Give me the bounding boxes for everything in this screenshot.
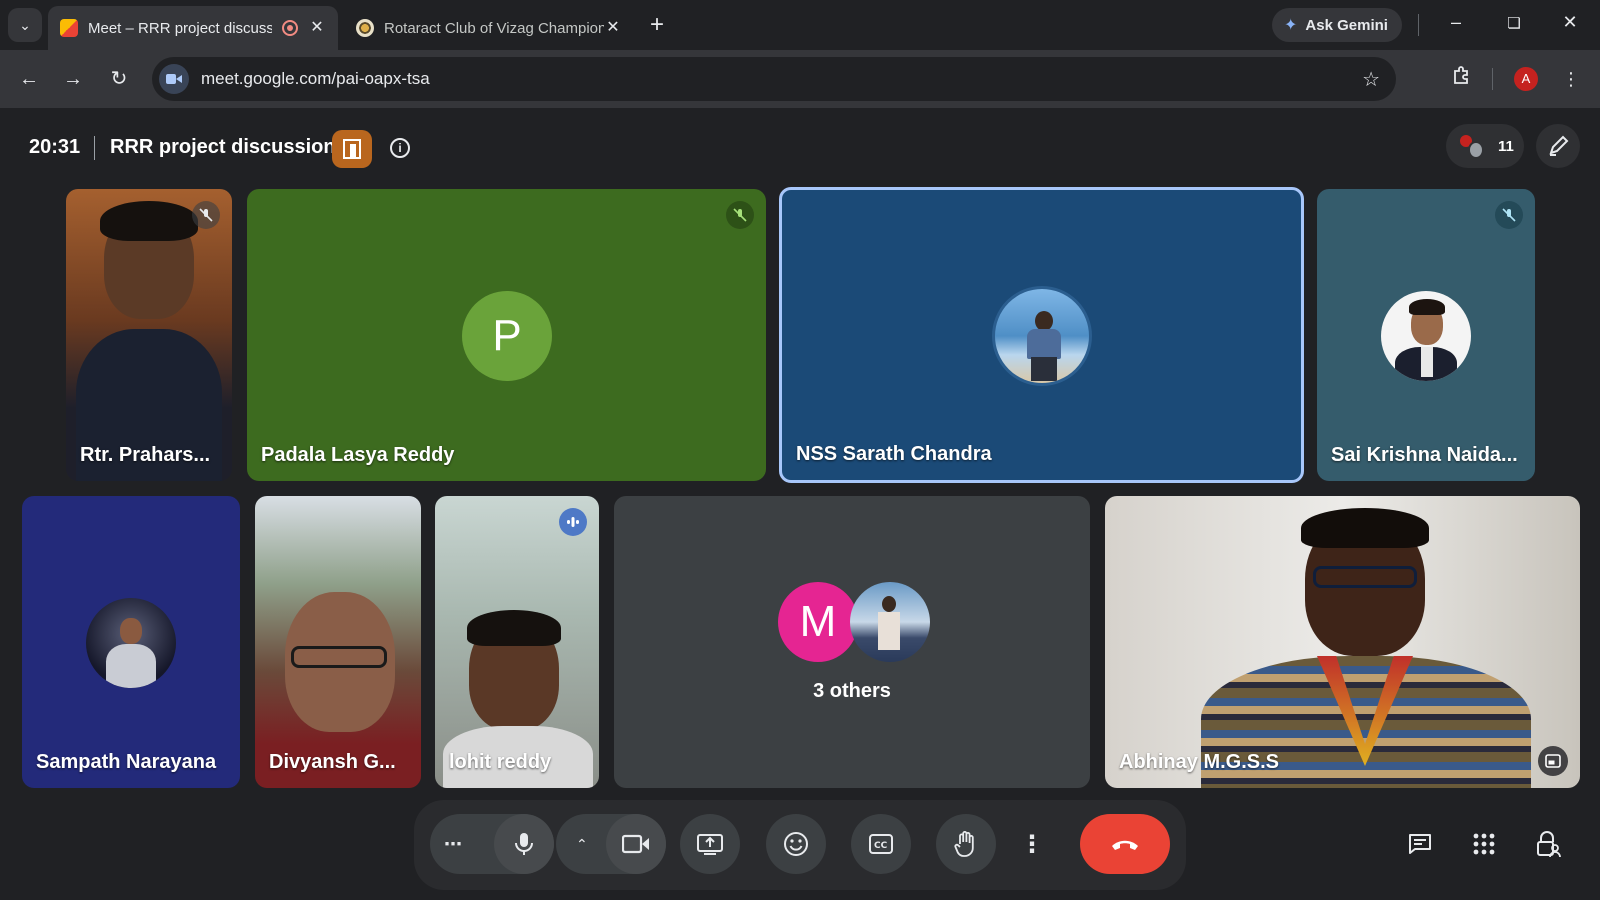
close-window-icon[interactable]: ✕ — [1558, 12, 1582, 33]
tab-meet[interactable]: Meet – RRR project discussion ✕ — [48, 6, 338, 50]
host-controls-pen-icon[interactable] — [1536, 124, 1580, 168]
leave-call-button[interactable] — [1080, 814, 1170, 874]
present-screen-button[interactable] — [680, 814, 740, 874]
chat-icon — [1409, 834, 1431, 854]
others-tile[interactable]: M 3 others — [614, 496, 1090, 788]
avatar: M — [778, 582, 858, 662]
avatar — [850, 582, 930, 662]
browser-toolbar: ← → ↻ meet.google.com/pai-oapx-tsa ☆ A ⋮ — [0, 50, 1600, 108]
mic-off-icon — [1495, 201, 1523, 229]
url-text: meet.google.com/pai-oapx-tsa — [201, 69, 430, 88]
address-bar[interactable]: meet.google.com/pai-oapx-tsa ☆ — [152, 57, 1396, 101]
microphone-button[interactable] — [494, 814, 554, 874]
activities-button[interactable] — [1466, 826, 1502, 862]
pip-icon[interactable] — [1538, 746, 1568, 776]
participant-name: Abhinay M.G.S.S — [1119, 751, 1280, 773]
avatar: P — [462, 291, 552, 381]
others-count-label: 3 others — [813, 680, 891, 702]
participants-icon — [1458, 133, 1484, 159]
ask-gemini-button[interactable]: ✦ Ask Gemini — [1272, 8, 1402, 42]
mic-off-icon — [726, 201, 754, 229]
emoji-icon — [784, 832, 808, 856]
audio-control-group: ⋯ — [430, 814, 554, 874]
new-tab-button[interactable]: + — [650, 12, 664, 38]
host-controls-button[interactable] — [1530, 826, 1566, 862]
browser-tab-strip: ⌄ Meet – RRR project discussion ✕ Rotara… — [0, 0, 1600, 50]
avatar — [1381, 291, 1471, 381]
participant-tile-sai-krishna[interactable]: Sai Krishna Naida... — [1317, 189, 1535, 481]
participant-name: NSS Sarath Chandra — [796, 443, 992, 465]
recording-icon — [282, 20, 298, 36]
lock-person-icon — [1537, 831, 1561, 858]
meeting-info-icon[interactable]: i — [390, 138, 410, 158]
tab-search-button[interactable]: ⌄ — [8, 8, 42, 42]
reactions-button[interactable] — [766, 814, 826, 874]
meet-header: 20:31 RRR project discussion i 11 — [0, 108, 1600, 190]
camera-button[interactable] — [606, 814, 666, 874]
divider — [1492, 68, 1493, 90]
chevron-down-icon: ⌄ — [19, 16, 31, 33]
participant-tile-abhinay[interactable]: Abhinay M.G.S.S — [1105, 496, 1580, 788]
present-screen-icon — [697, 834, 723, 855]
gemini-label: Ask Gemini — [1305, 16, 1388, 34]
tab-rotaract[interactable]: Rotaract Club of Vizag Champions ✕ — [344, 6, 634, 50]
google-meet-favicon-icon — [60, 19, 78, 37]
speaking-indicator-icon — [559, 508, 587, 536]
tab-title: Rotaract Club of Vizag Champions — [384, 19, 604, 37]
meeting-clock: 20:31 — [29, 136, 81, 158]
close-tab-icon[interactable]: ✕ — [308, 19, 326, 37]
reload-icon[interactable]: ↻ — [104, 64, 134, 94]
back-arrow-icon[interactable]: ← — [14, 64, 44, 94]
rotaract-favicon-icon — [356, 19, 374, 37]
minimize-icon[interactable]: – — [1444, 12, 1468, 33]
close-tab-icon[interactable]: ✕ — [604, 19, 622, 37]
participant-name: Rtr. Prahars... — [80, 444, 211, 466]
chat-button[interactable] — [1402, 826, 1438, 862]
more-vert-icon: ⋮ — [1020, 830, 1044, 858]
participant-name: lohit reddy — [449, 751, 552, 773]
apps-grid-icon — [1473, 833, 1495, 855]
camera-icon — [622, 834, 649, 854]
participant-name: Sai Krishna Naida... — [1331, 444, 1518, 466]
raise-hand-button[interactable] — [936, 814, 996, 874]
participant-tile-lohit[interactable]: lohit reddy — [435, 496, 599, 788]
raise-hand-icon — [954, 831, 974, 857]
microphone-icon — [515, 833, 533, 855]
participant-tile-lasya[interactable]: P Padala Lasya Reddy — [247, 189, 766, 481]
participant-tile-sarath[interactable]: NSS Sarath Chandra — [779, 187, 1304, 483]
people-button[interactable]: 11 — [1446, 124, 1524, 168]
participant-tile-divyansh[interactable]: Divyansh G... — [255, 496, 421, 788]
gemini-spark-icon: ✦ — [1284, 17, 1298, 34]
participant-name: Divyansh G... — [269, 751, 396, 773]
site-info-icon[interactable] — [159, 64, 189, 94]
more-vert-icon[interactable]: ⋮ — [1556, 64, 1586, 94]
meeting-title: RRR project discussion — [110, 136, 336, 158]
participant-name: Sampath Narayana — [36, 751, 217, 773]
video-control-group: ⌃ — [556, 814, 666, 874]
end-call-icon — [1112, 840, 1138, 850]
tab-title: Meet – RRR project discussion — [88, 19, 272, 37]
avatar — [86, 598, 176, 688]
video-options-chevron-icon[interactable]: ⌃ — [576, 836, 588, 853]
more-options-button[interactable]: ⋮ — [1012, 814, 1052, 874]
restore-icon[interactable]: ❏ — [1502, 14, 1526, 32]
captions-button[interactable]: CC — [851, 814, 911, 874]
participant-name: Padala Lasya Reddy — [261, 444, 455, 466]
breakout-room-icon[interactable] — [332, 130, 372, 168]
participant-tile-sampath[interactable]: Sampath Narayana — [22, 496, 240, 788]
participant-tile-prahars[interactable]: Rtr. Prahars... — [66, 189, 232, 481]
participant-count: 11 — [1498, 137, 1514, 155]
divider — [1418, 14, 1419, 36]
bookmark-star-icon[interactable]: ☆ — [1362, 67, 1380, 92]
mic-off-icon — [192, 201, 220, 229]
call-controls-bar: ⋯ ⌃ CC ⋮ — [414, 800, 1186, 890]
profile-avatar[interactable]: A — [1514, 67, 1538, 91]
audio-options-icon[interactable]: ⋯ — [444, 834, 462, 855]
extensions-puzzle-icon[interactable] — [1446, 64, 1476, 94]
svg-text:CC: CC — [874, 841, 888, 851]
closed-captions-icon: CC — [869, 834, 893, 854]
divider — [94, 136, 95, 160]
forward-arrow-icon[interactable]: → — [58, 64, 88, 94]
avatar — [992, 286, 1092, 386]
